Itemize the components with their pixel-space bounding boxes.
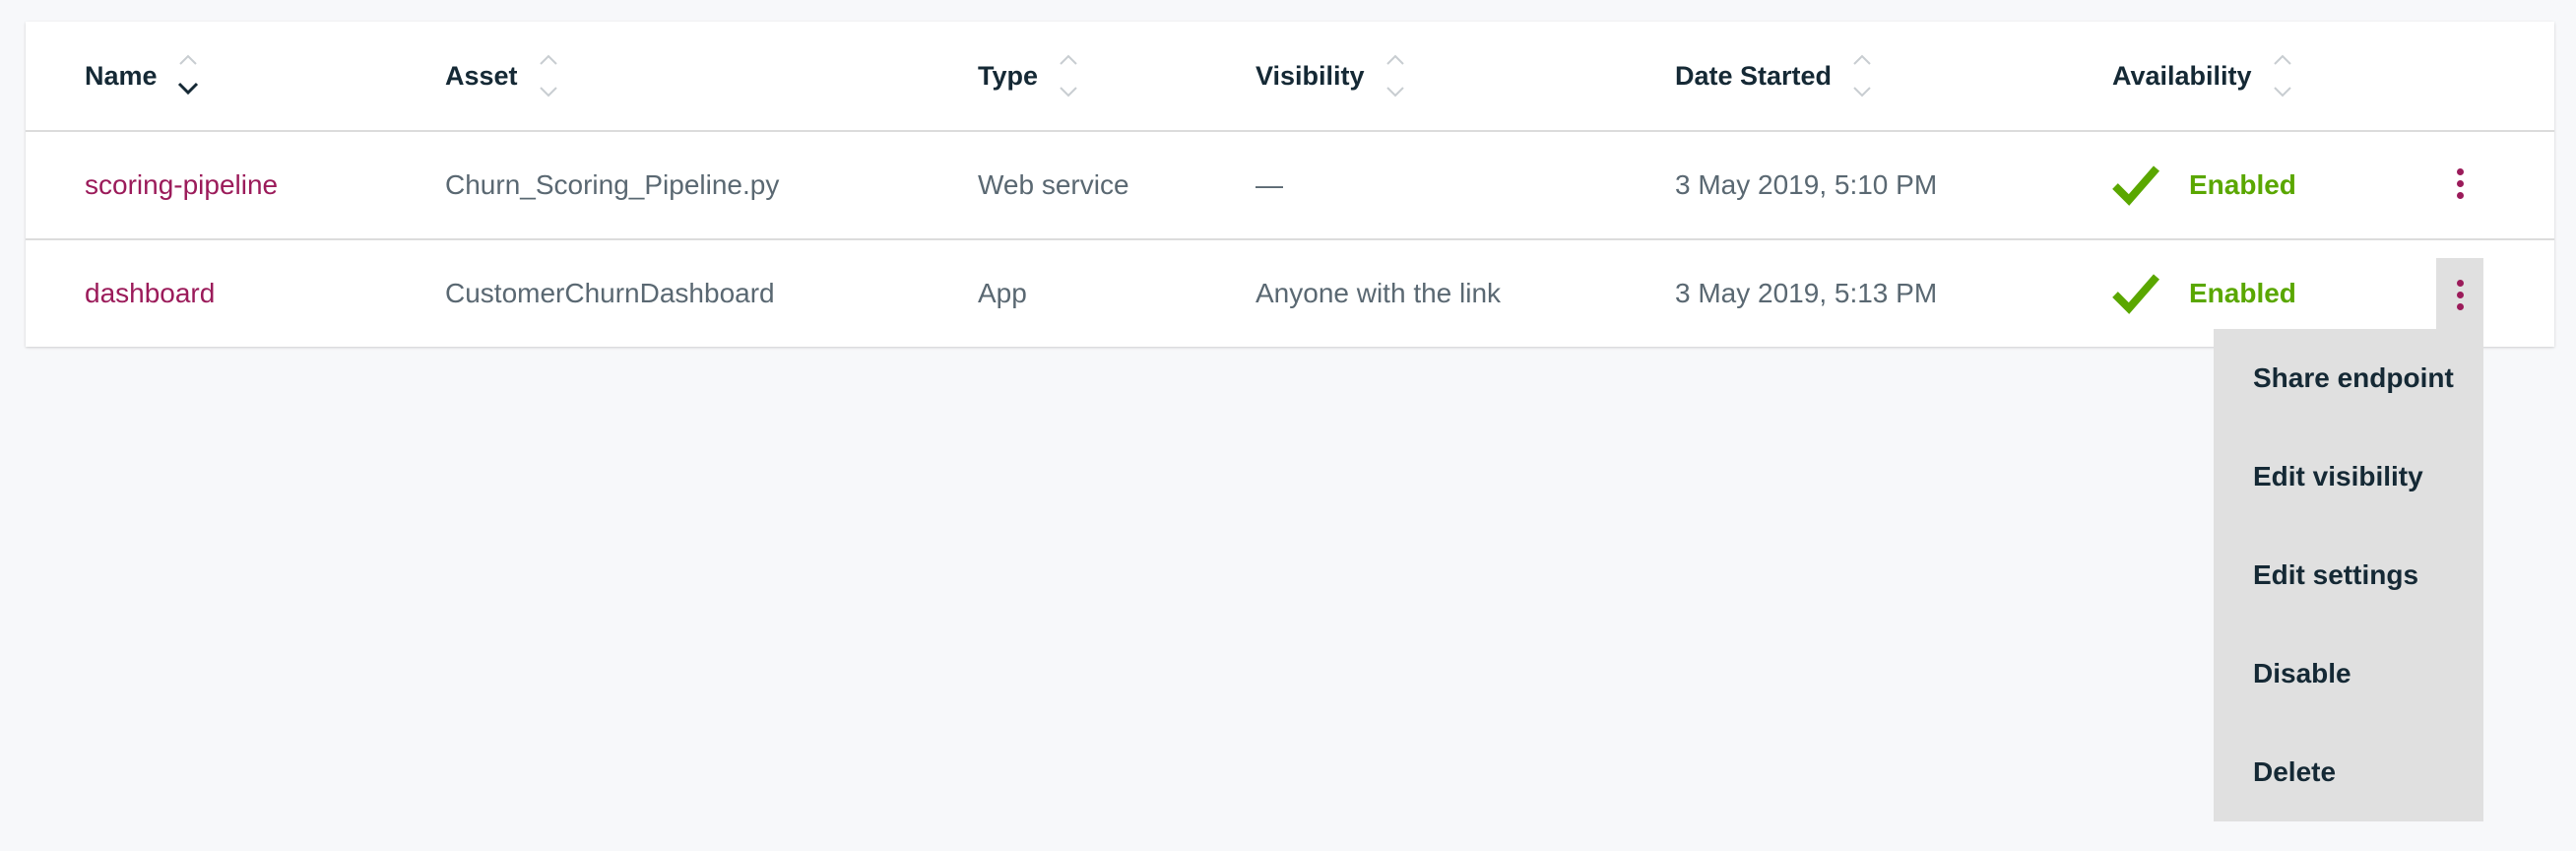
column-header-visibility[interactable]: Visibility — [1256, 22, 1408, 130]
checkmark-icon — [2112, 274, 2159, 314]
checkmark-icon — [2112, 165, 2159, 206]
menu-item-edit-settings[interactable]: Edit settings — [2214, 526, 2483, 624]
table-row: dashboard CustomerChurnDashboard App Any… — [26, 240, 2554, 347]
asset-cell: Churn_Scoring_Pipeline.py — [445, 132, 779, 238]
type-value: Web service — [978, 169, 1129, 200]
overflow-menu-vertical-icon — [2456, 279, 2464, 310]
column-header-date-started[interactable]: Date Started — [1675, 22, 1875, 130]
overflow-menu-button[interactable] — [2436, 148, 2483, 219]
visibility-value: Anyone with the link — [1256, 278, 1502, 308]
name-cell: scoring-pipeline — [85, 132, 278, 238]
column-header-label: Availability — [2112, 60, 2252, 91]
column-header-label: Name — [85, 60, 158, 91]
sort-arrows-icon[interactable] — [1849, 50, 1875, 101]
asset-value: CustomerChurnDashboard — [445, 278, 775, 308]
overflow-menu: Share endpoint Edit visibility Edit sett… — [2214, 329, 2483, 821]
sort-arrows-icon[interactable] — [2270, 50, 2295, 101]
deployments-table: Name Asset Type Visibility Date Started … — [26, 22, 2554, 347]
type-cell: App — [978, 240, 1027, 347]
column-header-label: Type — [978, 60, 1039, 91]
column-header-type[interactable]: Type — [978, 22, 1081, 130]
availability-status: Enabled — [2112, 164, 2296, 206]
column-header-asset[interactable]: Asset — [445, 22, 561, 130]
type-value: App — [978, 278, 1027, 308]
date-started-cell: 3 May 2019, 5:13 PM — [1675, 240, 1937, 347]
availability-label: Enabled — [2189, 169, 2296, 200]
visibility-cell: Anyone with the link — [1256, 240, 1501, 347]
sort-descending-icon[interactable] — [175, 50, 201, 101]
type-cell: Web service — [978, 132, 1129, 238]
deployment-name-link[interactable]: dashboard — [85, 278, 215, 309]
column-header-label: Visibility — [1256, 60, 1365, 91]
overflow-menu-button-active[interactable] — [2436, 258, 2483, 331]
availability-cell: Enabled — [2112, 132, 2296, 238]
column-header-label: Asset — [445, 60, 518, 91]
column-header-name[interactable]: Name — [85, 22, 201, 130]
name-cell: dashboard — [85, 240, 215, 347]
availability-status: Enabled — [2112, 273, 2296, 314]
menu-item-edit-visibility[interactable]: Edit visibility — [2214, 427, 2483, 526]
availability-label: Enabled — [2189, 278, 2296, 308]
visibility-cell: — — [1256, 132, 1283, 238]
deployment-name-link[interactable]: scoring-pipeline — [85, 169, 278, 201]
column-header-availability[interactable]: Availability — [2112, 22, 2295, 130]
asset-value: Churn_Scoring_Pipeline.py — [445, 169, 780, 200]
date-started-cell: 3 May 2019, 5:10 PM — [1675, 132, 1937, 238]
sort-arrows-icon[interactable] — [1056, 50, 1081, 101]
table-row: scoring-pipeline Churn_Scoring_Pipeline.… — [26, 132, 2554, 240]
visibility-value: — — [1256, 169, 1283, 200]
menu-item-delete[interactable]: Delete — [2214, 723, 2483, 821]
table-header-row: Name Asset Type Visibility Date Started … — [26, 22, 2554, 132]
sort-arrows-icon[interactable] — [536, 50, 561, 101]
asset-cell: CustomerChurnDashboard — [445, 240, 775, 347]
date-started-value: 3 May 2019, 5:10 PM — [1675, 169, 1938, 200]
overflow-menu-vertical-icon — [2456, 167, 2464, 199]
sort-arrows-icon[interactable] — [1383, 50, 1408, 101]
date-started-value: 3 May 2019, 5:13 PM — [1675, 278, 1938, 308]
column-header-label: Date Started — [1675, 60, 1833, 91]
menu-item-disable[interactable]: Disable — [2214, 624, 2483, 723]
menu-item-share-endpoint[interactable]: Share endpoint — [2214, 329, 2483, 427]
